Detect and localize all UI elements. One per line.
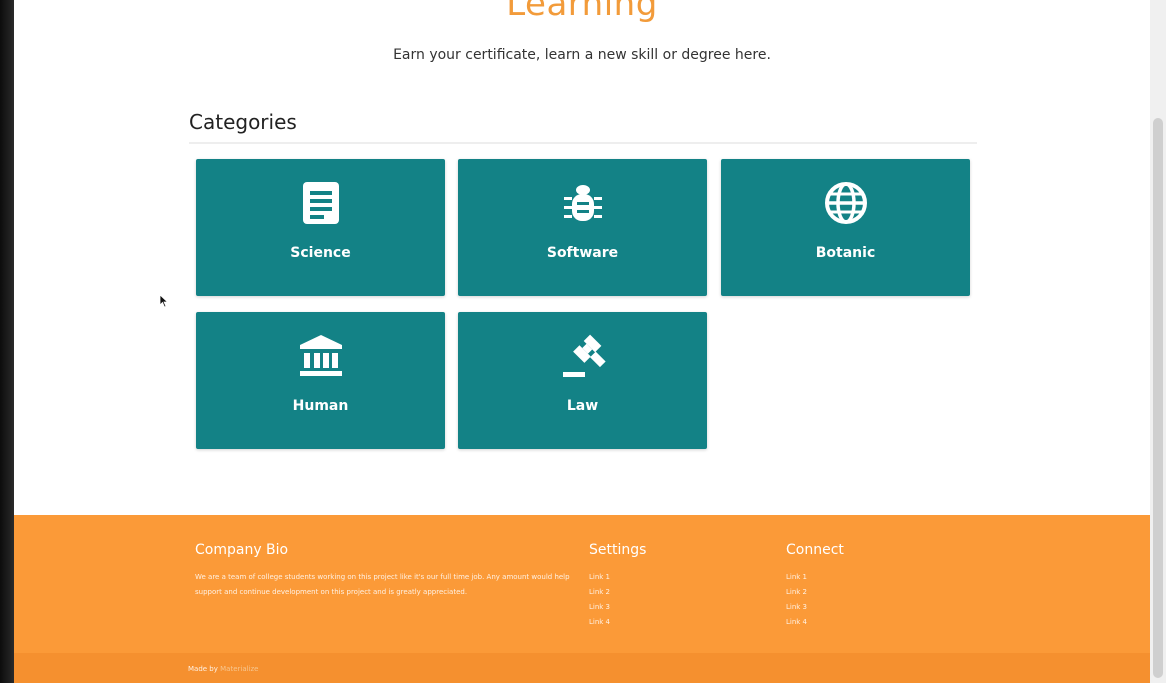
footer-bio-text: We are a team of college students workin… bbox=[195, 573, 570, 596]
footer-connect-link-2[interactable]: Link 2 bbox=[786, 585, 807, 600]
footer-settings-link-2[interactable]: Link 2 bbox=[589, 585, 610, 600]
category-card-botanic[interactable]: Botanic bbox=[721, 159, 970, 296]
category-label: Software bbox=[546, 245, 619, 261]
document-icon bbox=[297, 179, 345, 227]
category-label: Human bbox=[292, 398, 349, 414]
categories-divider bbox=[189, 142, 977, 144]
footer-copyright-bar: Made by Materialize bbox=[14, 653, 1150, 683]
footer-connect-link-1[interactable]: Link 1 bbox=[786, 570, 807, 585]
category-label: Botanic bbox=[815, 245, 876, 261]
bug-icon bbox=[559, 179, 607, 227]
gavel-icon bbox=[559, 332, 607, 380]
window-left-edge bbox=[0, 0, 14, 683]
footer-settings-link-3[interactable]: Link 3 bbox=[589, 600, 610, 615]
footer-connect-links: Link 1 Link 2 Link 3 Link 4 bbox=[786, 570, 807, 630]
window-scrollbar-thumb[interactable] bbox=[1153, 118, 1163, 678]
footer-settings-links: Link 1 Link 2 Link 3 Link 4 bbox=[589, 570, 610, 630]
categories-grid: Science Software Botanic Human Law bbox=[196, 159, 970, 450]
page-title: Learning bbox=[506, 0, 658, 24]
categories-heading: Categories bbox=[189, 110, 297, 134]
footer-settings-link-1[interactable]: Link 1 bbox=[589, 570, 610, 585]
footer-credit: Made by Materialize bbox=[188, 664, 259, 674]
mouse-cursor-icon bbox=[159, 293, 169, 312]
globe-icon bbox=[822, 179, 870, 227]
page-viewport: Learning Earn your certificate, learn a … bbox=[14, 0, 1150, 683]
category-card-science[interactable]: Science bbox=[196, 159, 445, 296]
footer-credit-prefix: Made by bbox=[188, 665, 218, 673]
footer-credit-link[interactable]: Materialize bbox=[220, 665, 258, 673]
footer-settings-title: Settings bbox=[589, 542, 647, 558]
institution-icon bbox=[297, 332, 345, 380]
category-card-software[interactable]: Software bbox=[458, 159, 707, 296]
footer-connect-link-4[interactable]: Link 4 bbox=[786, 615, 807, 630]
page-subtitle: Earn your certificate, learn a new skill… bbox=[393, 47, 771, 63]
footer: Company Bio We are a team of college stu… bbox=[14, 515, 1150, 683]
category-card-law[interactable]: Law bbox=[458, 312, 707, 449]
footer-settings-link-4[interactable]: Link 4 bbox=[589, 615, 610, 630]
footer-bio-title: Company Bio bbox=[195, 542, 289, 558]
category-card-human[interactable]: Human bbox=[196, 312, 445, 449]
footer-connect-link-3[interactable]: Link 3 bbox=[786, 600, 807, 615]
category-label: Science bbox=[290, 245, 351, 261]
footer-connect-title: Connect bbox=[786, 542, 844, 558]
category-label: Law bbox=[566, 398, 599, 414]
